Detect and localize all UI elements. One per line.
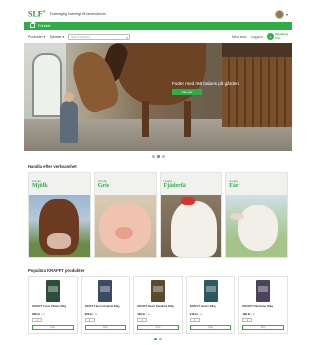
product-name[interactable]: KRAFFT Fiberfoder 20kg [242,305,284,311]
animal-card-name: Mjölk [32,183,48,189]
search-input[interactable]: Sök produkter ⌕ [68,33,131,40]
hero-stall [222,57,292,127]
product-price: 229 kr / st [84,312,98,316]
buy-button[interactable]: Köp [137,325,179,330]
main-nav: Förside [24,21,292,30]
product-card[interactable]: KRAFFT Sport Original 20kg 229 kr / st 1… [80,276,131,334]
animal-categories: Handla Mjölk Handla Gris Handla Fjäderfä… [24,172,292,258]
product-name[interactable]: KRAFFT Cover Pellets 20kg [32,305,74,311]
product-image[interactable] [98,280,113,302]
product-price: 199 kr / st [242,312,255,316]
buy-button[interactable]: Köp [242,325,284,330]
hero-cta-button[interactable]: Läs mer [172,89,202,95]
quantity-stepper[interactable]: 1 [137,318,148,322]
menu-services[interactable]: Tjänster ▾ [49,35,64,39]
product-card[interactable]: KRAFFT Fiberfoder 20kg 199 kr / st 1 Köp [238,276,288,334]
quantity-stepper[interactable]: 1 [242,318,253,322]
login-link[interactable]: Logga in [251,35,263,39]
product-image[interactable] [203,280,218,302]
cart-label: Varukorg 0 kr [274,32,288,40]
nav-home-link[interactable]: Förside [38,24,51,28]
hero-stall-top [222,43,292,57]
buy-button[interactable]: Köp [84,325,127,330]
animal-card-name: Gris [97,183,110,189]
animal-card-dairy[interactable]: Handla Mjölk [28,172,91,258]
cow-image [29,195,90,257]
hen-image [160,195,222,257]
products-carousel-dots [24,334,292,340]
cart-count-badge: 0 [266,33,274,40]
product-price: 189 kr / st [32,312,45,316]
carousel-dot-active[interactable] [154,338,157,340]
product-name[interactable]: KRAFFT Sport Original 20kg [85,305,127,311]
menu-products[interactable]: Produkter ▾ [28,35,45,39]
product-price: 169 kr / st [137,312,150,316]
carousel-dot[interactable] [151,155,155,158]
animal-card-name: Får [229,183,239,189]
product-card[interactable]: KRAFFT Senior 20kg 219 kr / st 1 Köp [185,276,236,334]
horse-leg [184,101,191,137]
hero-carousel-dots [24,151,292,162]
product-image[interactable] [256,280,271,302]
home-icon[interactable] [30,21,36,28]
animal-card-kicker: Handla [229,179,239,183]
horse-leg [142,101,149,137]
account-links: Mina sidor Logga in 0 Varukorg 0 kr [232,32,288,40]
cart-button[interactable]: 0 Varukorg 0 kr [266,32,288,40]
toolbar: Produkter ▾ Tjänster ▾ Sök produkter ⌕ M… [24,30,292,43]
tagline: Foderagtig foderrigt till landmännen [49,12,107,16]
products-section-title: Populära KRAFFT produkter [28,268,85,273]
product-price: 219 kr / st [189,312,203,316]
product-image[interactable] [150,280,165,302]
product-card[interactable]: KRAFFT Cover Pellets 20kg 189 kr / st 1 … [28,276,78,334]
my-pages-link[interactable]: Mina sidor [232,35,247,39]
avatar[interactable] [274,9,284,19]
animal-card-sheep[interactable]: Handla Får [225,172,288,258]
sheep-image [226,195,287,257]
hero-person [60,92,78,143]
product-name[interactable]: KRAFFT Senior 20kg [190,305,232,311]
hero-headline: Foder med rätt balans på gården [172,81,239,86]
animal-card-poultry[interactable]: Handla Fjäderfä [159,172,223,258]
carousel-dot[interactable] [159,338,162,340]
animal-card-pig[interactable]: Handla Gris [93,172,157,258]
carousel-dot[interactable] [161,155,165,158]
buy-button[interactable]: Köp [189,325,232,330]
animal-card-name: Fjäderfä [163,183,186,189]
top-bar: SLF® Foderagtig foderrigt till landmänne… [24,6,292,22]
quantity-stepper[interactable]: 1 [84,318,95,322]
carousel-dot-active[interactable] [156,155,160,158]
page: SLF® Foderagtig foderrigt till landmänne… [24,6,292,340]
horse-body [116,43,206,105]
logo[interactable]: SLF® [28,9,46,19]
product-name[interactable]: KRAFFT Basic Standard 20kg [137,305,179,311]
pig-image [94,195,156,257]
animal-card-kicker: Handla [32,179,41,183]
quantity-stepper[interactable]: 1 [189,318,200,322]
animal-card-kicker: Handla [163,179,173,183]
animals-section-title: Handla efter verksamhet [28,164,77,169]
hero-banner[interactable]: Foder med rätt balans på gården Läs mer [24,43,292,151]
search-placeholder: Sök produkter [71,34,90,39]
search-icon[interactable]: ⌕ [126,35,128,40]
buy-button[interactable]: Köp [32,325,74,330]
quantity-stepper[interactable]: 1 [32,318,42,322]
chevron-down-icon[interactable]: ▾ [286,12,288,17]
animal-card-kicker: Handla [97,179,107,183]
product-card[interactable]: KRAFFT Basic Standard 20kg 169 kr / st 1… [133,276,183,334]
product-list: KRAFFT Cover Pellets 20kg 189 kr / st 1 … [24,276,292,334]
product-image[interactable] [45,280,60,302]
